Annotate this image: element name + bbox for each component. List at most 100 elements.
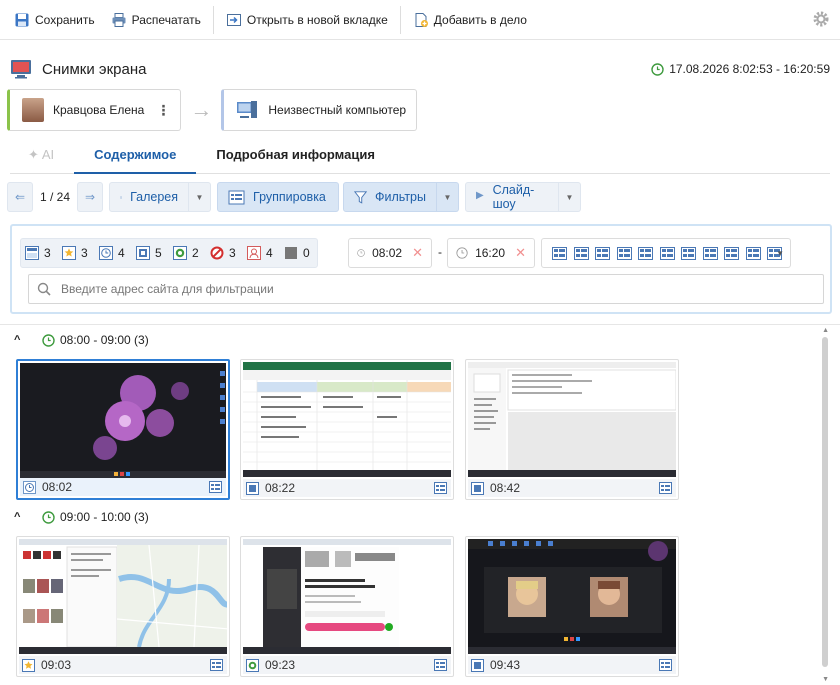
gear-icon[interactable] — [812, 10, 830, 28]
app-icon[interactable] — [616, 246, 632, 260]
avatar — [22, 98, 44, 122]
grouping-label: Группировка — [253, 190, 326, 204]
context-chips: Кравцова Елена ⋮ → Неизвестный компьютер — [7, 89, 418, 131]
group-header[interactable]: ^ 08:00 - 09:00 (3) — [14, 333, 149, 347]
print-button[interactable]: Распечатать — [107, 6, 205, 34]
slideshow-dropdown[interactable]: ▼ — [559, 182, 581, 212]
screenshot-thumbnail[interactable]: 08:22 — [240, 359, 454, 500]
screenshot-gallery: ^ 08:00 - 09:00 (3) 08:02 08:22 08:42 ^ … — [0, 324, 840, 685]
screenshot-image — [468, 539, 676, 654]
time-to-field[interactable]: 16:20 ✕ — [447, 238, 535, 268]
screenshot-thumbnail[interactable]: 08:42 — [465, 359, 679, 500]
filter-count: 5 — [155, 246, 162, 260]
funnel-icon — [354, 190, 368, 204]
add-to-case-label: Добавить в дело — [433, 12, 527, 27]
tab-ai-label: AI — [41, 147, 55, 162]
chevron-up-icon[interactable]: ^ — [14, 511, 28, 523]
toolbar-divider — [212, 5, 214, 34]
app-icon[interactable] — [659, 246, 675, 260]
user-chip[interactable]: Кравцова Елена ⋮ — [7, 89, 182, 131]
filter-toggle-blocked[interactable]: 3 — [206, 239, 243, 267]
filter-toggle-grey-square[interactable]: 0 — [280, 239, 317, 267]
save-button[interactable]: Сохранить — [10, 6, 99, 34]
computer-name: Неизвестный компьютер — [268, 103, 407, 117]
browser-icon — [246, 658, 259, 672]
scroll-up-icon[interactable]: ▲ — [822, 327, 829, 334]
app-icon[interactable] — [595, 246, 610, 260]
filter-toggle-star[interactable]: 3 — [58, 239, 95, 267]
group-label: 08:00 - 09:00 (3) — [60, 333, 149, 347]
more-options-icon[interactable]: ⋮ — [156, 102, 170, 119]
grid-icon — [120, 196, 122, 198]
gallery-label: Галерея — [130, 190, 178, 204]
group-header[interactable]: ^ 09:00 - 10:00 (3) — [14, 510, 149, 524]
range-dash: - — [438, 245, 442, 259]
site-search-input[interactable]: Введите адрес сайта для фильтрации — [28, 274, 824, 304]
thumbnail-caption: 09:43 — [468, 656, 676, 674]
app-icon[interactable] — [745, 246, 761, 260]
filter-toggle-browser[interactable]: 2 — [169, 239, 206, 267]
app-icon[interactable] — [724, 246, 739, 260]
app-icon[interactable] — [573, 246, 589, 260]
window-icon — [25, 246, 39, 260]
tab-content-label: Содержимое — [94, 147, 177, 162]
tab-details[interactable]: Подробная информация — [196, 140, 395, 174]
filter-toggle-person[interactable]: 4 — [243, 239, 280, 267]
filter-toggle-window[interactable]: 3 — [21, 239, 58, 267]
thumbnail-time: 08:22 — [265, 481, 296, 495]
grouping-button[interactable]: Группировка — [217, 182, 339, 212]
app-icon[interactable] — [638, 246, 653, 260]
time-from-field[interactable]: 08:02 ✕ — [348, 238, 432, 268]
screenshot-thumbnail[interactable]: 09:03 — [16, 536, 230, 677]
app-icon — [434, 659, 447, 671]
page-header: Снимки экрана 17.08.2026 8:02:53 - 16:20… — [10, 56, 830, 82]
open-new-tab-button[interactable]: Открыть в новой вкладке — [222, 6, 392, 34]
gallery-view-button[interactable]: Галерея — [109, 182, 189, 212]
app-icon — [210, 659, 223, 671]
tab-ai[interactable]: ✦ AI — [10, 140, 74, 174]
thumbnail-time: 09:43 — [490, 658, 521, 672]
slideshow-button[interactable]: ▶ Слайд-шоу — [465, 182, 559, 212]
scroll-down-icon[interactable]: ▼ — [822, 676, 829, 683]
filters-dropdown[interactable]: ▼ — [437, 182, 459, 212]
prev-page-button[interactable]: ⇐ — [7, 182, 33, 212]
filter-toggle-app[interactable]: 5 — [132, 239, 169, 267]
screenshot-thumbnail[interactable]: 09:23 — [240, 536, 454, 677]
clock-icon — [99, 246, 113, 260]
clear-icon[interactable]: ✕ — [515, 245, 526, 261]
app-icon[interactable] — [702, 246, 718, 260]
gallery-dropdown[interactable]: ▼ — [189, 182, 211, 212]
thumbnail-caption: 09:03 — [19, 656, 227, 674]
category-filter-bar: 3 3 4 5 2 3 4 0 — [20, 238, 318, 268]
chevron-up-icon[interactable]: ^ — [14, 334, 28, 346]
toolbar-divider — [399, 5, 401, 34]
filters-label: Фильтры — [375, 190, 426, 204]
filter-toggle-clock[interactable]: 4 — [95, 239, 132, 267]
vertical-scrollbar[interactable] — [822, 337, 828, 667]
print-label: Распечатать — [131, 12, 201, 27]
search-placeholder: Введите адрес сайта для фильтрации — [61, 282, 274, 296]
filters-button[interactable]: Фильтры — [343, 182, 437, 212]
app-icon — [659, 482, 672, 494]
clear-icon[interactable]: ✕ — [412, 245, 423, 261]
page-indicator: 1 / 24 — [39, 190, 71, 204]
screenshot-thumbnail[interactable]: 08:02 — [16, 359, 230, 500]
filters-panel: 3 3 4 5 2 3 4 0 08:02 ✕ - 16:20 ✕ ▼ Введите адр… — [10, 224, 832, 314]
next-page-button[interactable]: ⇒ — [77, 182, 103, 212]
app-icon — [471, 481, 484, 495]
screenshots-icon — [11, 60, 31, 79]
browser-icon — [173, 246, 187, 260]
clock-icon — [456, 247, 468, 259]
computer-chip[interactable]: Неизвестный компьютер — [221, 89, 418, 131]
app-icon[interactable] — [552, 246, 567, 260]
thumbnail-caption: 09:23 — [243, 656, 451, 674]
app-icon[interactable] — [681, 246, 696, 260]
arrow-right-icon: ⇒ — [84, 190, 96, 204]
screenshot-image — [243, 362, 451, 477]
screenshot-thumbnail[interactable]: 09:43 — [465, 536, 679, 677]
app-icon — [434, 482, 447, 494]
add-to-case-button[interactable]: Добавить в дело — [409, 6, 531, 34]
application-filter[interactable]: ▼ — [541, 238, 791, 268]
tab-content[interactable]: Содержимое — [74, 140, 197, 174]
printer-icon — [112, 12, 126, 27]
